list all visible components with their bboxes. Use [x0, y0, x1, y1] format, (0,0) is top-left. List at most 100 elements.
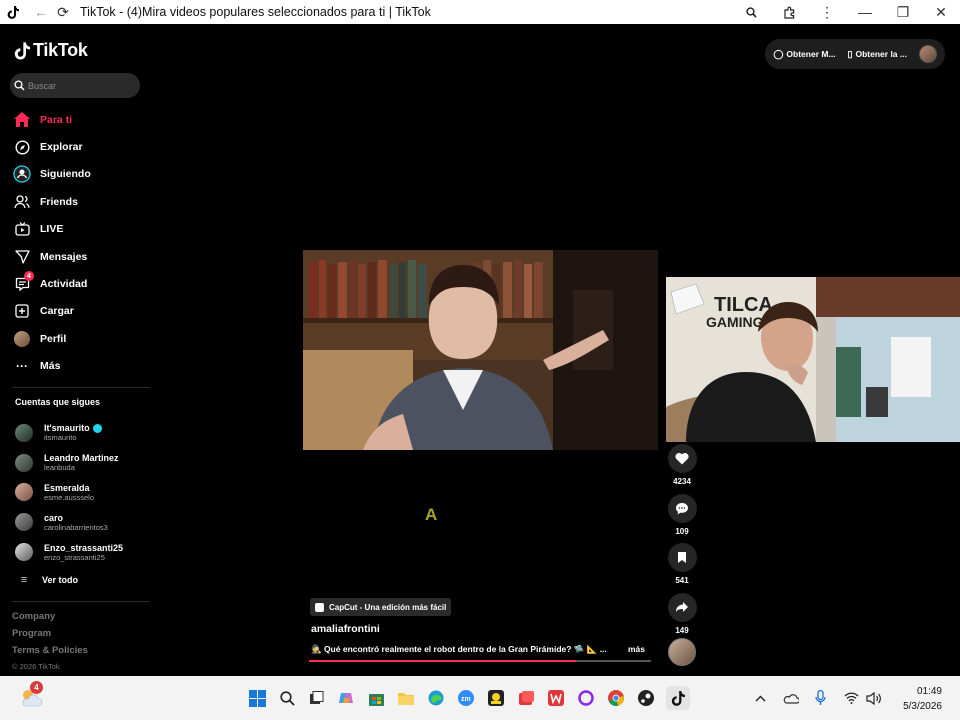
- get-app-button[interactable]: ▯ Obtener la ...: [848, 49, 907, 60]
- nav-label: Friends: [40, 195, 78, 208]
- menu-icon[interactable]: ⋮: [808, 1, 846, 23]
- tiktok-app: TikTok Para ti Explorar: [0, 24, 960, 676]
- nav-label: Perfil: [40, 332, 67, 345]
- windows-start-icon[interactable]: [247, 688, 267, 708]
- tiktok-logo[interactable]: TikTok: [14, 40, 88, 61]
- chrome-icon[interactable]: [606, 688, 626, 708]
- footer-terms-link[interactable]: Terms & Policies: [12, 645, 88, 662]
- chevron-up-icon[interactable]: [750, 688, 770, 708]
- nav-label: Para ti: [40, 113, 73, 126]
- nav-item-para-ti[interactable]: Para ti: [13, 106, 91, 133]
- account-username: itsmaurito: [44, 433, 77, 443]
- copilot-icon[interactable]: [336, 688, 356, 708]
- divider: [12, 387, 150, 388]
- following-icon: [13, 165, 31, 184]
- account-name: Enzo_strassanti25: [44, 542, 124, 553]
- home-icon: [13, 111, 31, 129]
- more-icon: ···: [16, 359, 28, 374]
- ms-store-icon[interactable]: [366, 688, 386, 708]
- search-input[interactable]: [28, 80, 128, 91]
- account-username: carolinabarrientos3: [44, 522, 108, 532]
- game-app-icon[interactable]: [486, 688, 506, 708]
- activity-badge: 4: [24, 271, 34, 282]
- nav-item-siguiendo[interactable]: Siguiendo: [13, 161, 91, 188]
- video-frame-library: [303, 250, 658, 450]
- capcut-link[interactable]: CapCut - Una edición más fácil: [310, 598, 452, 616]
- back-button[interactable]: ←: [30, 1, 52, 23]
- video-webcam-overlay[interactable]: TILCA GAMING ZO: [666, 277, 960, 442]
- search-box[interactable]: [10, 73, 140, 98]
- wifi-icon[interactable]: [841, 688, 861, 708]
- get-coins-label: Obtener M...: [786, 49, 836, 59]
- heart-icon[interactable]: [667, 444, 697, 473]
- footer-program-link[interactable]: Program: [12, 628, 88, 645]
- reload-button[interactable]: ⟳: [52, 1, 74, 23]
- following-account[interactable]: Enzo_strassanti25 enzo_strassanti25: [15, 537, 123, 567]
- following-title: Cuentas que sigues: [15, 397, 101, 407]
- window-title: TikTok - (4)Mira videos populares selecc…: [80, 5, 431, 19]
- browser-titlebar: ← ⟳ TikTok - (4)Mira videos populares se…: [0, 0, 960, 24]
- bookmark-icon[interactable]: [667, 543, 697, 572]
- following-account[interactable]: Leandro Martinez leanbuda: [15, 448, 123, 478]
- upload-icon: [13, 302, 31, 320]
- purple-app-icon[interactable]: [576, 688, 596, 708]
- following-account[interactable]: It'smaurito itsmaurito: [15, 418, 123, 448]
- red-app-icon[interactable]: [516, 688, 536, 708]
- get-coins-button[interactable]: ◯ Obtener M...: [773, 49, 835, 60]
- divider: [12, 601, 150, 602]
- comment-icon[interactable]: [667, 493, 697, 523]
- nav-item-explorar[interactable]: Explorar: [13, 133, 91, 160]
- nav-item-friends[interactable]: Friends: [13, 188, 91, 215]
- steam-like-icon[interactable]: [636, 688, 656, 708]
- volume-icon[interactable]: [864, 688, 884, 708]
- following-account[interactable]: caro carolinabarrientos3: [15, 507, 123, 537]
- account-name: Leandro Martinez: [44, 453, 119, 464]
- like-action[interactable]: 4234: [666, 444, 698, 494]
- edge-icon[interactable]: [426, 688, 446, 708]
- footer-company-link[interactable]: Company: [12, 611, 88, 628]
- minimize-button[interactable]: —: [846, 1, 884, 23]
- nav-label: Mensajes: [40, 250, 88, 263]
- restore-button[interactable]: ❐: [884, 1, 922, 23]
- webcam-sign-text: TILCA: [714, 294, 773, 316]
- tiktok-taskbar-icon[interactable]: [666, 686, 690, 710]
- extensions-icon[interactable]: [770, 1, 808, 23]
- zoom-icon[interactable]: [732, 1, 770, 23]
- onedrive-icon[interactable]: [780, 688, 800, 708]
- following-account[interactable]: Esmeralda esme.aussselo: [15, 478, 123, 508]
- search-taskbar-icon[interactable]: [277, 688, 297, 708]
- sound-avatar[interactable]: [668, 638, 696, 666]
- live-icon: [13, 220, 31, 238]
- file-explorer-icon[interactable]: [396, 688, 416, 708]
- video-author[interactable]: amaliafrontini: [311, 623, 380, 635]
- close-button[interactable]: ✕: [922, 1, 960, 23]
- nav-item-live[interactable]: LIVE: [13, 216, 91, 243]
- share-icon[interactable]: [667, 592, 697, 622]
- comment-action[interactable]: 109: [666, 493, 698, 544]
- save-action[interactable]: 541: [666, 543, 698, 593]
- system-clock[interactable]: 01:49 5/3/2026: [903, 684, 942, 714]
- nav-item-actividad[interactable]: 4 Actividad: [13, 270, 91, 297]
- weather-icon[interactable]: 4: [18, 681, 44, 710]
- verified-icon: [92, 423, 102, 433]
- nav-item-perfil[interactable]: Perfil: [13, 325, 91, 352]
- more-button[interactable]: más: [628, 644, 645, 654]
- avatar: [15, 453, 33, 472]
- video-progress-bar[interactable]: [309, 660, 651, 662]
- avatar: [15, 423, 33, 442]
- share-action[interactable]: 149: [666, 592, 698, 643]
- video-main[interactable]: [303, 250, 658, 450]
- nav-item-mas[interactable]: ··· Más: [13, 353, 91, 380]
- webcam-sign-text-2: GAMING: [706, 314, 764, 330]
- task-view-icon[interactable]: [306, 688, 326, 708]
- zoom-app-icon[interactable]: zm: [456, 688, 476, 708]
- nav-item-mensajes[interactable]: Mensajes: [13, 243, 91, 270]
- see-all-button[interactable]: ≡ Ver todo: [15, 570, 123, 590]
- microphone-icon[interactable]: [810, 688, 830, 708]
- clock-date: 5/3/2026: [903, 701, 942, 712]
- nav-item-cargar[interactable]: Cargar: [13, 298, 91, 325]
- weather-badge: 4: [30, 681, 43, 694]
- user-avatar[interactable]: [919, 45, 937, 63]
- wps-icon[interactable]: [546, 688, 566, 708]
- save-count: 541: [675, 576, 689, 585]
